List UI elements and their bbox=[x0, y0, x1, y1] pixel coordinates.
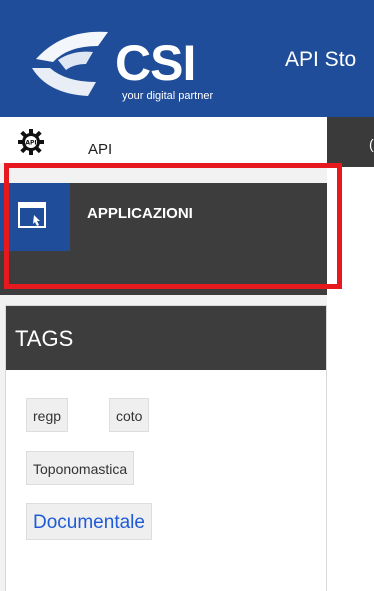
tag-coto[interactable]: coto bbox=[109, 398, 150, 432]
selection-highlight bbox=[4, 163, 342, 289]
tags-title: TAGS bbox=[15, 326, 74, 351]
svg-text:API: API bbox=[25, 140, 36, 147]
tags-panel-header: TAGS bbox=[6, 306, 326, 370]
content-tab-label: ( bbox=[369, 136, 374, 152]
logo-wordmark: CSI bbox=[115, 35, 196, 91]
sidebar-item-api[interactable]: API API bbox=[0, 117, 327, 163]
top-header: CSI your digital partner API Sto bbox=[0, 0, 374, 117]
sidebar-item-label: API bbox=[88, 141, 113, 158]
content-tab-strip: ( bbox=[327, 117, 374, 167]
store-title: API Sto bbox=[285, 48, 357, 71]
gear-api-icon: API bbox=[18, 129, 44, 155]
csi-logo-mark-icon bbox=[32, 31, 108, 96]
tag-regp[interactable]: regp bbox=[26, 398, 69, 432]
tag-documentale[interactable]: Documentale bbox=[26, 503, 152, 540]
tag-toponomastica[interactable]: Toponomastica bbox=[26, 451, 135, 485]
tags-panel: TAGS regp coto Toponomastica Documentale bbox=[6, 306, 326, 591]
csi-logo[interactable]: CSI your digital partner bbox=[28, 24, 283, 112]
logo-tagline: your digital partner bbox=[122, 90, 214, 102]
